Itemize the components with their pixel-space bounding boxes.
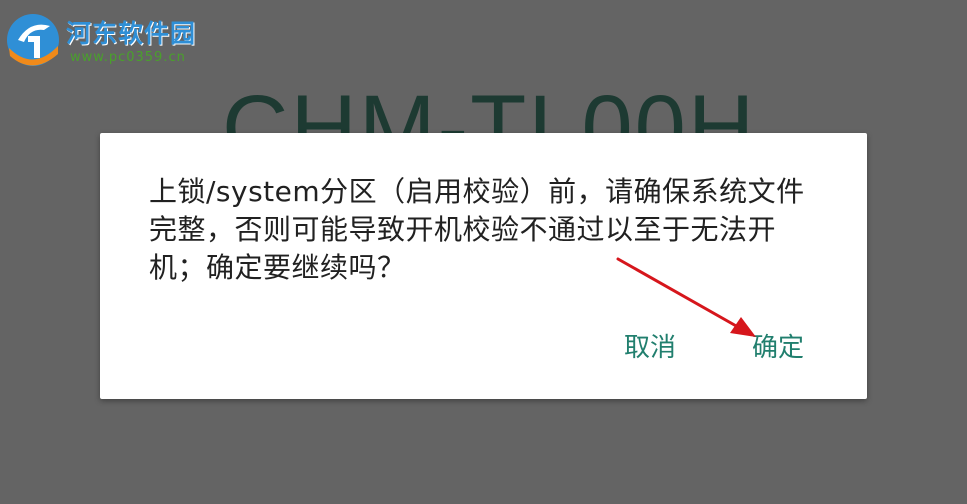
watermark: 河东软件园 www.pc0359.cn	[4, 10, 224, 70]
watermark-name: 河东软件园	[66, 19, 197, 48]
dialog-message: 上锁/system分区（启用校验）前，请确保系统文件完整，否则可能导致开机校验不…	[149, 175, 805, 284]
screen: CHM-TL00H 河东软件园 www.pc0359.cn 上锁/system分…	[0, 0, 967, 504]
confirm-dialog: 上锁/system分区（启用校验）前，请确保系统文件完整，否则可能导致开机校验不…	[100, 133, 867, 399]
confirm-button[interactable]: 确定	[752, 327, 804, 364]
cancel-button[interactable]: 取消	[624, 327, 676, 364]
watermark-logo-icon	[7, 14, 59, 66]
watermark-url: www.pc0359.cn	[70, 50, 186, 65]
